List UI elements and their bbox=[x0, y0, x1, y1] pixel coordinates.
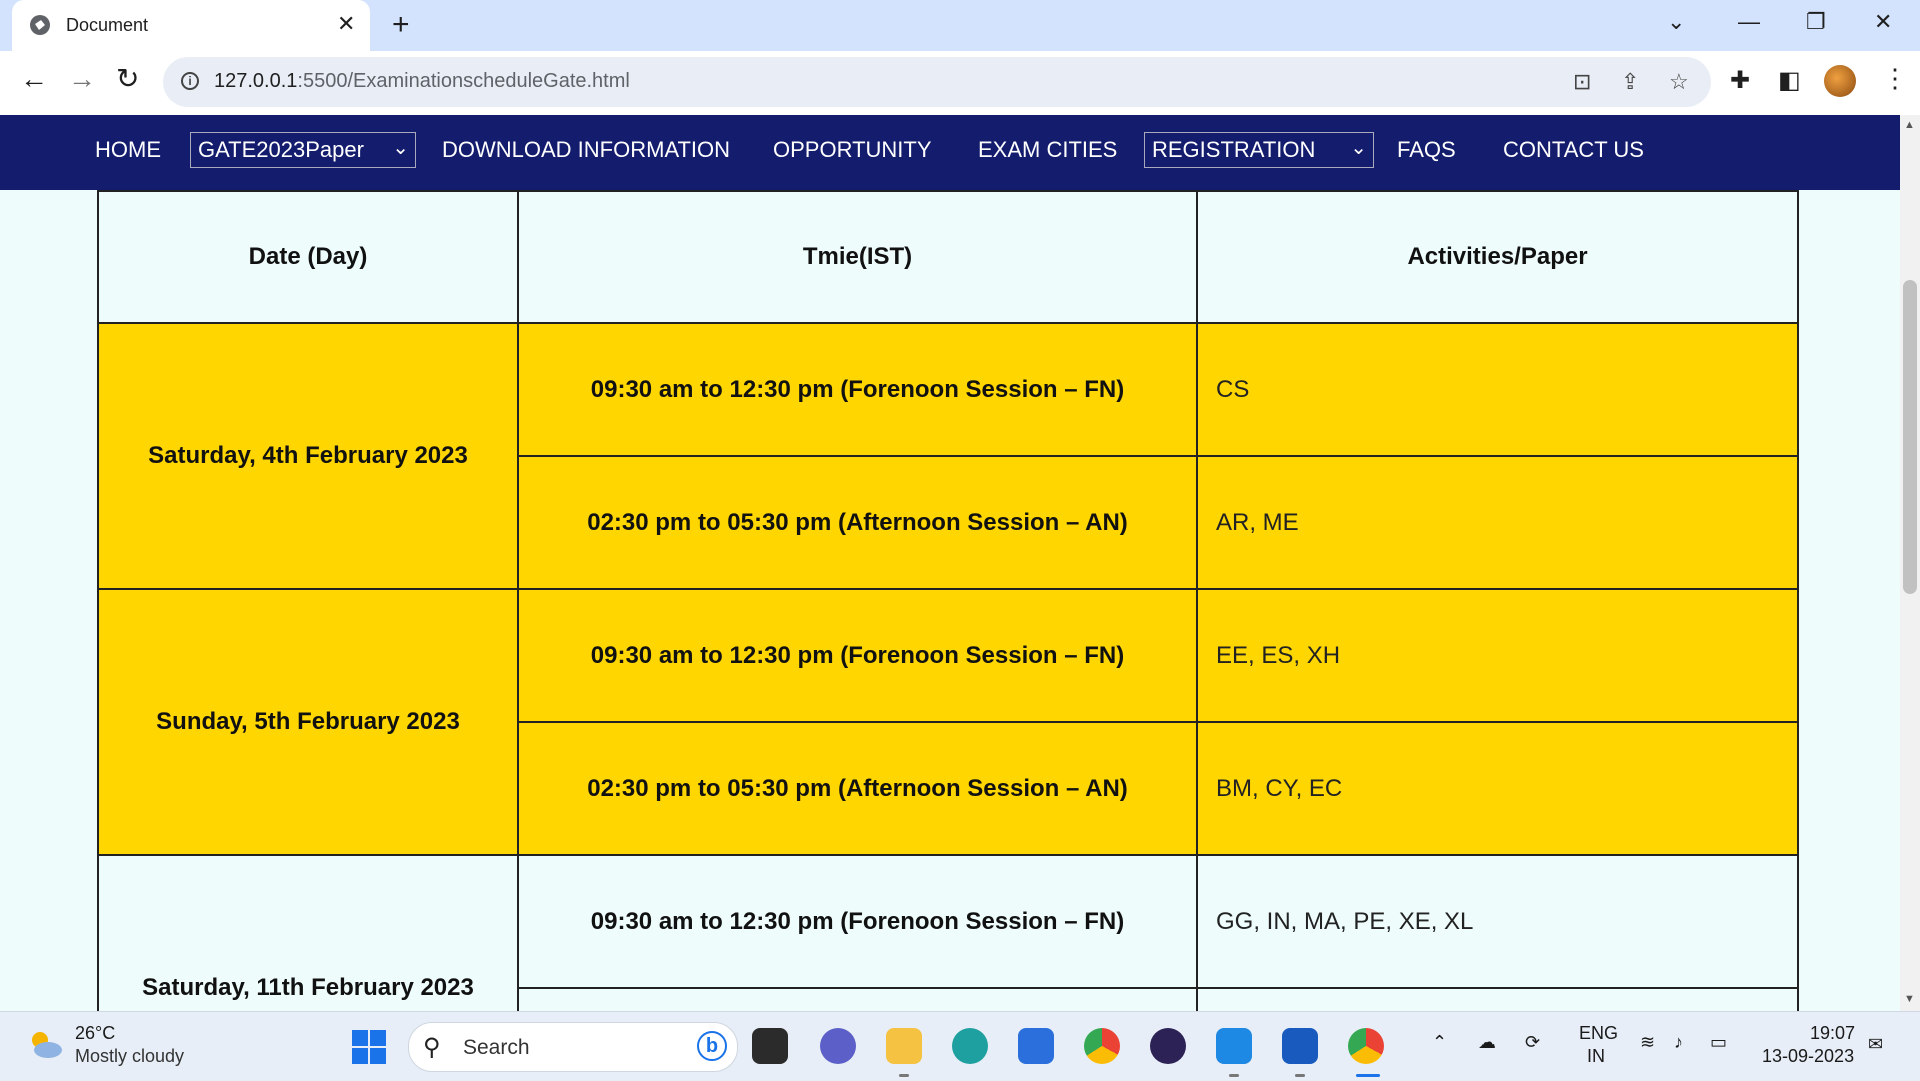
nav-opportunity[interactable]: OPPORTUNITY bbox=[773, 137, 932, 163]
site-navbar: HOME GATE2023Paper ⌄ DOWNLOAD INFORMATIO… bbox=[0, 115, 1900, 190]
weather-description[interactable]: Mostly cloudy bbox=[75, 1046, 184, 1067]
header-time: Tmie(IST) bbox=[517, 190, 1198, 324]
table-row: Saturday, 11th February 2023 09:30 am to… bbox=[97, 854, 1799, 1011]
translate-icon[interactable]: ⊡ bbox=[1573, 69, 1591, 95]
window-close-icon[interactable]: ✕ bbox=[1874, 9, 1892, 35]
nav-contact-us[interactable]: CONTACT US bbox=[1503, 137, 1644, 163]
volume-icon[interactable]: ♪ bbox=[1674, 1032, 1683, 1053]
app-running-indicator bbox=[1295, 1074, 1305, 1077]
chrome-icon[interactable] bbox=[1084, 1028, 1120, 1064]
papers-cell: EE, ES, XH bbox=[1196, 588, 1799, 723]
exam-schedule-table: Date (Day) Tmie(IST) Activities/Paper Sa… bbox=[97, 190, 1799, 1011]
table-header-row: Date (Day) Tmie(IST) Activities/Paper bbox=[97, 190, 1799, 324]
taskbar-search-box[interactable]: ⚲ Search b bbox=[408, 1022, 738, 1072]
table-row: Saturday, 4th February 2023 09:30 am to … bbox=[97, 322, 1799, 590]
papers-cell: GG, IN, MA, PE, XE, XL bbox=[1196, 854, 1799, 989]
battery-icon[interactable]: ▭ bbox=[1710, 1032, 1727, 1053]
partly-cloudy-icon[interactable] bbox=[26, 1029, 64, 1059]
page-scrollbar[interactable]: ▲ ▼ bbox=[1900, 115, 1920, 1011]
site-info-icon[interactable]: i bbox=[181, 72, 199, 90]
teams-chat-icon[interactable] bbox=[820, 1028, 856, 1064]
time-cell bbox=[517, 987, 1198, 1011]
browser-toolbar: ← → ↻ i 127.0.0.1:5500/Examinationschedu… bbox=[0, 51, 1920, 115]
wifi-icon[interactable]: ≋ bbox=[1640, 1032, 1655, 1053]
scroll-down-arrow-icon[interactable]: ▼ bbox=[1904, 993, 1915, 1005]
address-bar[interactable]: i 127.0.0.1:5500/ExaminationscheduleGate… bbox=[163, 57, 1711, 107]
app-active-indicator bbox=[1356, 1074, 1380, 1077]
date-cell: Sunday, 5th February 2023 bbox=[97, 588, 519, 856]
weather-temperature[interactable]: 26°C bbox=[75, 1023, 115, 1044]
eclipse-icon[interactable] bbox=[1150, 1028, 1186, 1064]
papers-cell: CS bbox=[1196, 322, 1799, 457]
browser-tab[interactable]: Document ✕ bbox=[12, 0, 370, 51]
chevron-down-icon: ⌄ bbox=[392, 137, 409, 159]
restore-icon[interactable]: ❐ bbox=[1806, 9, 1826, 35]
onedrive-cloud-icon[interactable]: ☁ bbox=[1478, 1032, 1496, 1053]
side-panel-icon[interactable]: ◧ bbox=[1778, 66, 1801, 95]
search-label: Search bbox=[463, 1036, 530, 1059]
sync-icon[interactable]: ⟳ bbox=[1525, 1032, 1540, 1053]
microsoft-store-icon[interactable] bbox=[1018, 1028, 1054, 1064]
language-indicator-top[interactable]: ENG bbox=[1579, 1023, 1618, 1044]
web-page: HOME GATE2023Paper ⌄ DOWNLOAD INFORMATIO… bbox=[0, 115, 1900, 1011]
time-cell: 09:30 am to 12:30 pm (Forenoon Session –… bbox=[517, 854, 1198, 989]
tab-title: Document bbox=[66, 15, 149, 35]
forward-arrow-icon[interactable]: → bbox=[68, 65, 96, 93]
word-icon[interactable] bbox=[1282, 1028, 1318, 1064]
edge-icon[interactable] bbox=[952, 1028, 988, 1064]
tab-strip: Document ✕ + ⌄ — ❐ ✕ bbox=[0, 0, 1920, 51]
time-cell: 09:30 am to 12:30 pm (Forenoon Session –… bbox=[517, 322, 1198, 457]
chevron-down-icon: ⌄ bbox=[1350, 137, 1367, 159]
app-running-indicator bbox=[1229, 1074, 1239, 1077]
bookmark-star-icon[interactable]: ☆ bbox=[1669, 69, 1689, 95]
app-running-indicator bbox=[899, 1074, 909, 1077]
scroll-up-arrow-icon[interactable]: ▲ bbox=[1904, 119, 1915, 131]
minimize-icon[interactable]: — bbox=[1738, 9, 1760, 35]
clock-time[interactable]: 19:07 bbox=[1810, 1023, 1855, 1044]
task-view-icon[interactable] bbox=[752, 1028, 788, 1064]
vscode-icon[interactable] bbox=[1216, 1028, 1252, 1064]
papers-cell: BM, CY, EC bbox=[1196, 721, 1799, 856]
nav-home[interactable]: HOME bbox=[95, 137, 161, 163]
papers-cell bbox=[1196, 987, 1799, 1011]
header-papers: Activities/Paper bbox=[1196, 190, 1799, 324]
language-indicator-bottom[interactable]: IN bbox=[1587, 1046, 1605, 1067]
tab-search-chevron-icon[interactable]: ⌄ bbox=[1667, 9, 1685, 35]
close-tab-icon[interactable]: ✕ bbox=[337, 11, 355, 37]
papers-cell: AR, ME bbox=[1196, 455, 1799, 590]
extensions-puzzle-icon[interactable]: ✚ bbox=[1730, 66, 1750, 95]
share-icon[interactable]: ⇪ bbox=[1621, 69, 1639, 95]
nav-download-information[interactable]: DOWNLOAD INFORMATION bbox=[442, 137, 730, 163]
file-explorer-icon[interactable] bbox=[886, 1028, 922, 1064]
time-cell: 09:30 am to 12:30 pm (Forenoon Session –… bbox=[517, 588, 1198, 723]
table-row: Sunday, 5th February 2023 09:30 am to 12… bbox=[97, 588, 1799, 856]
url-text[interactable]: 127.0.0.1:5500/ExaminationscheduleGate.h… bbox=[214, 70, 630, 93]
header-date: Date (Day) bbox=[97, 190, 519, 324]
clock-date[interactable]: 13-09-2023 bbox=[1762, 1046, 1854, 1067]
globe-icon bbox=[30, 15, 50, 35]
date-cell: Saturday, 4th February 2023 bbox=[97, 322, 519, 590]
profile-avatar[interactable] bbox=[1824, 65, 1856, 97]
nav-exam-cities[interactable]: EXAM CITIES bbox=[978, 137, 1117, 163]
chrome-profile-icon[interactable] bbox=[1348, 1028, 1384, 1064]
windows-taskbar: 26°C Mostly cloudy ⚲ Search b ⌃ ☁ ⟳ ENG … bbox=[0, 1011, 1920, 1081]
registration-select[interactable]: REGISTRATION ⌄ bbox=[1144, 132, 1374, 168]
new-tab-button[interactable]: + bbox=[392, 8, 410, 42]
nav-faqs[interactable]: FAQS bbox=[1397, 137, 1456, 163]
browser-menu-icon[interactable]: ⋮ bbox=[1882, 63, 1908, 94]
scrollbar-thumb[interactable] bbox=[1903, 280, 1917, 594]
notifications-icon[interactable]: ✉ bbox=[1868, 1034, 1883, 1055]
date-cell: Saturday, 11th February 2023 bbox=[97, 854, 519, 1011]
back-arrow-icon[interactable]: ← bbox=[20, 65, 48, 93]
time-cell: 02:30 pm to 05:30 pm (Afternoon Session … bbox=[517, 721, 1198, 856]
bing-icon[interactable]: b bbox=[697, 1031, 727, 1061]
reload-icon[interactable]: ↻ bbox=[116, 65, 139, 93]
search-icon: ⚲ bbox=[423, 1034, 441, 1061]
windows-start-icon[interactable] bbox=[352, 1030, 386, 1064]
time-cell: 02:30 pm to 05:30 pm (Afternoon Session … bbox=[517, 455, 1198, 590]
show-hidden-icons-chevron[interactable]: ⌃ bbox=[1432, 1032, 1447, 1053]
gate-paper-select[interactable]: GATE2023Paper ⌄ bbox=[190, 132, 416, 168]
